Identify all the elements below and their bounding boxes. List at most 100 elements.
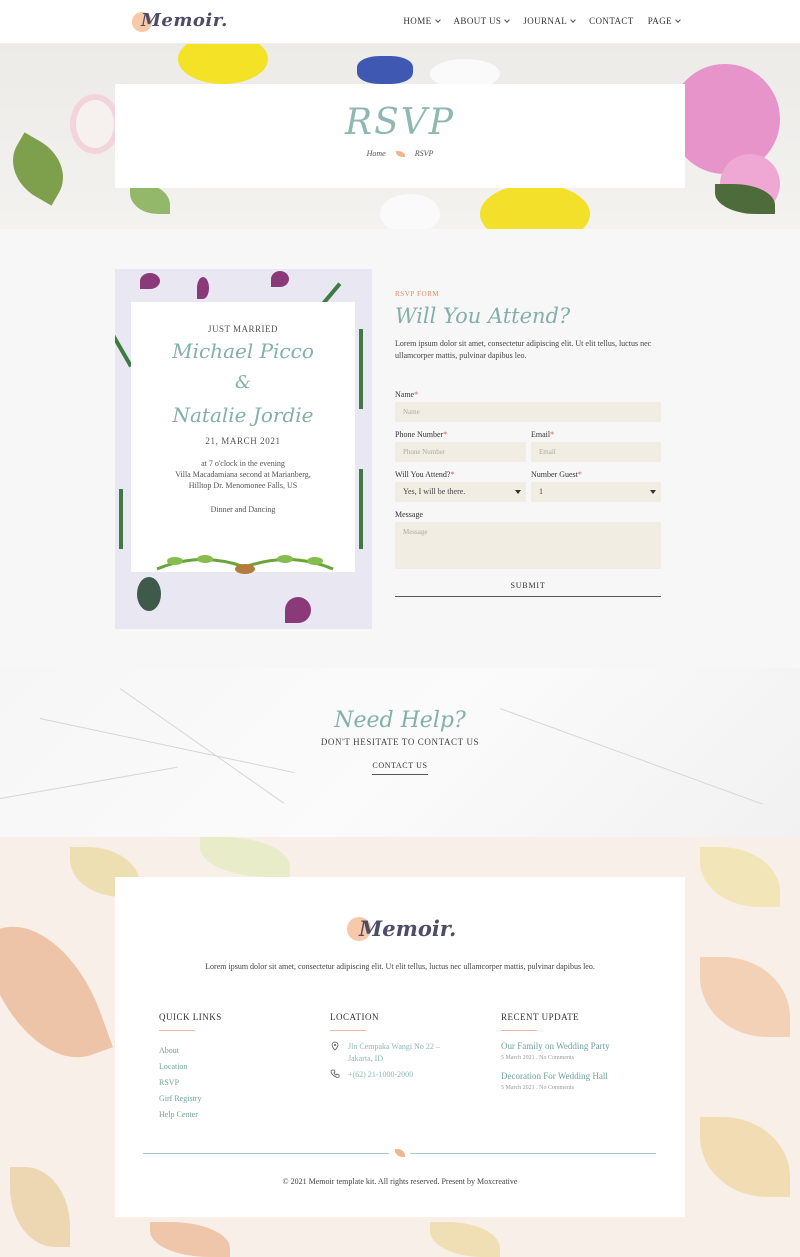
petal-decoration: [140, 273, 160, 289]
phone-field[interactable]: Phone Number: [395, 442, 526, 462]
site-header: Memoir. HOME ABOUT US JOURNAL CONTACT PA…: [0, 0, 800, 44]
recent-update-column: RECENT UPDATE Our Family on Wedding Part…: [501, 1012, 651, 1091]
logo-text: Memoir.: [141, 10, 228, 31]
nav-item-about-us[interactable]: ABOUT US: [453, 16, 511, 26]
footer-description: Lorem ipsum dolor sit amet, consectetur …: [205, 962, 595, 971]
leaf-separator-icon: [395, 1149, 405, 1157]
name-field[interactable]: Name: [395, 402, 661, 422]
phone-row: +(62) 21-1000-2000: [330, 1069, 470, 1081]
event-extra: Dinner and Dancing: [210, 505, 276, 514]
marble-vein: [0, 766, 178, 799]
wedding-date: 21, MARCH 2021: [205, 436, 281, 446]
address-line: Jakarta, ID: [348, 1054, 384, 1063]
leaf-decoration: [430, 1222, 500, 1257]
phone-group: Phone Number* Phone Number: [395, 430, 526, 462]
attend-row: Will You Attend?* Yes, I will be there. …: [395, 470, 661, 502]
recent-update-title: RECENT UPDATE: [501, 1012, 580, 1022]
nav-item-contact[interactable]: CONTACT: [589, 16, 634, 26]
email-label: Email*: [531, 430, 661, 439]
attend-label: Will You Attend?*: [395, 470, 526, 479]
help-subtitle: DON'T HESITATE TO CONTACT US: [320, 737, 480, 747]
invitation-card-image: JUST MARRIED Michael Picco & Natalie Jor…: [115, 269, 372, 629]
contact-us-button[interactable]: CONTACT US: [372, 761, 428, 775]
submit-button[interactable]: SUBMIT: [395, 577, 661, 597]
venue-details: at 7 o'clock in the evening Villa Macada…: [131, 458, 355, 491]
leaf-decoration: [130, 184, 170, 214]
guest-selected-value: 1: [539, 487, 543, 496]
nav-label: CONTACT: [589, 16, 634, 26]
recent-post-title[interactable]: Our Family on Wedding Party: [501, 1041, 651, 1051]
address-line: Jln Cempaka Wangi No 22 –: [348, 1042, 440, 1051]
form-description: Lorem ipsum dolor sit amet, consectetur …: [395, 339, 652, 360]
recent-post-meta: 5 March 2021 . No Comments: [501, 1085, 574, 1091]
phone-label: Phone Number*: [395, 430, 526, 439]
footer-logo[interactable]: Memoir.: [347, 915, 457, 945]
location-column: LOCATION Jln Cempaka Wangi No 22 – Jakar…: [330, 1012, 470, 1081]
flower-decoration: [70, 94, 120, 154]
flower-decoration: [178, 44, 268, 84]
venue-line: Hilltop Dr. Menomonee Falls, US: [188, 481, 298, 490]
email-group: Email* Email: [531, 430, 661, 462]
nav-item-page[interactable]: PAGE: [647, 16, 681, 26]
required-mark: *: [577, 470, 582, 479]
leaf-decoration: [700, 957, 790, 1037]
recent-post: Our Family on Wedding Party 5 March 2021…: [501, 1041, 651, 1061]
attend-select[interactable]: Yes, I will be there.: [395, 482, 526, 502]
help-section: Need Help? DON'T HESITATE TO CONTACT US …: [0, 668, 800, 838]
recent-post-title[interactable]: Decoration For Wedding Hall: [501, 1071, 651, 1081]
required-mark: *: [414, 390, 419, 399]
quick-link-rsvp[interactable]: RSVP: [159, 1075, 299, 1091]
fern-decoration: [359, 329, 363, 409]
recent-post: Decoration For Wedding Hall 5 March 2021…: [501, 1071, 651, 1091]
breadcrumb: Home RSVP: [115, 149, 685, 158]
petal-decoration: [137, 577, 161, 611]
quick-links-list: About Location RSVP Girf Registry Help C…: [159, 1043, 299, 1123]
leaf-decoration: [150, 1222, 230, 1257]
quick-link-location[interactable]: Location: [159, 1059, 299, 1075]
breadcrumb-home-link[interactable]: Home: [367, 149, 386, 158]
copyright-text: © 2021 Memoir template kit. All rights r…: [282, 1177, 518, 1186]
label-text: Number Guest: [531, 470, 578, 479]
nav-label: ABOUT US: [453, 16, 502, 26]
nav-item-home[interactable]: HOME: [403, 16, 441, 26]
email-field[interactable]: Email: [531, 442, 661, 462]
groom-name: Michael Picco: [172, 339, 314, 363]
column-divider: [330, 1030, 366, 1031]
quick-link-gift-registry[interactable]: Girf Registry: [159, 1091, 299, 1107]
leaf-decoration: [0, 132, 77, 206]
phone-text[interactable]: +(62) 21-1000-2000: [348, 1069, 413, 1081]
label-text: Name: [395, 390, 415, 399]
contact-row: Phone Number* Phone Number Email* Email: [395, 430, 661, 462]
site-logo[interactable]: Memoir.: [132, 10, 227, 36]
flower-decoration: [480, 184, 590, 229]
attend-group: Will You Attend?* Yes, I will be there.: [395, 470, 526, 502]
flower-decoration: [380, 194, 440, 229]
quick-links-column: QUICK LINKS About Location RSVP Girf Reg…: [159, 1012, 299, 1123]
name-label: Name*: [395, 390, 661, 399]
label-text: Phone Number: [395, 430, 444, 439]
venue-line: at 7 o'clock in the evening: [201, 459, 285, 468]
page-title-box: RSVP Home RSVP: [115, 84, 685, 188]
rsvp-form: RSVP FORM Will You Attend? Lorem ipsum d…: [395, 290, 661, 597]
column-divider: [159, 1030, 195, 1031]
leaf-decoration: [700, 1117, 790, 1197]
footer-divider: [410, 1153, 656, 1154]
leaf-decoration: [700, 847, 780, 907]
guest-select[interactable]: 1: [531, 482, 661, 502]
nav-label: PAGE: [647, 16, 672, 26]
message-field[interactable]: Message: [395, 522, 661, 569]
ampersand: &: [234, 372, 252, 393]
nav-item-journal[interactable]: JOURNAL: [523, 16, 576, 26]
invitation-text-panel: JUST MARRIED Michael Picco & Natalie Jor…: [131, 302, 355, 572]
footer-divider: [143, 1153, 389, 1154]
caret-down-icon: [650, 490, 656, 494]
petal-decoration: [197, 277, 209, 299]
chevron-down-icon: [675, 16, 681, 23]
quick-link-help-center[interactable]: Help Center: [159, 1107, 299, 1123]
address-row: Jln Cempaka Wangi No 22 – Jakarta, ID: [330, 1041, 470, 1065]
label-text: Email: [531, 430, 551, 439]
quick-link-about[interactable]: About: [159, 1043, 299, 1059]
petal-decoration: [271, 271, 289, 287]
required-mark: *: [450, 470, 455, 479]
chevron-down-icon: [570, 16, 576, 23]
